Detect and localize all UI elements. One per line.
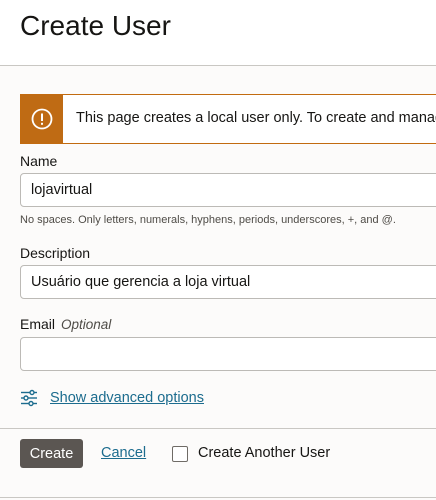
create-another-user-checkbox[interactable] xyxy=(172,446,188,462)
show-advanced-options-link[interactable]: Show advanced options xyxy=(50,390,204,406)
name-field[interactable] xyxy=(20,173,436,207)
create-button[interactable]: Create xyxy=(20,439,83,468)
info-notice: This page creates a local user only. To … xyxy=(20,94,436,144)
name-label: Name xyxy=(20,153,58,169)
description-field[interactable] xyxy=(20,265,436,299)
email-label-row: Email Optional xyxy=(20,316,111,332)
cancel-link[interactable]: Cancel xyxy=(101,445,146,461)
name-hint: No spaces. Only letters, numerals, hyphe… xyxy=(20,214,396,226)
sliders-icon xyxy=(21,389,37,407)
notice-icon-band xyxy=(21,95,63,143)
description-label: Description xyxy=(20,245,91,261)
email-label: Email xyxy=(20,316,56,332)
page-header: Create User xyxy=(0,0,436,66)
footer-divider xyxy=(0,497,436,498)
warning-icon xyxy=(31,108,53,130)
page-title: Create User xyxy=(20,10,171,41)
email-field[interactable] xyxy=(20,337,436,371)
notice-text: This page creates a local user only. To … xyxy=(76,110,436,126)
email-optional-tag: Optional xyxy=(61,317,112,332)
advanced-options-toggle[interactable]: Show advanced options xyxy=(20,389,204,407)
create-another-user-label[interactable]: Create Another User xyxy=(198,445,330,461)
